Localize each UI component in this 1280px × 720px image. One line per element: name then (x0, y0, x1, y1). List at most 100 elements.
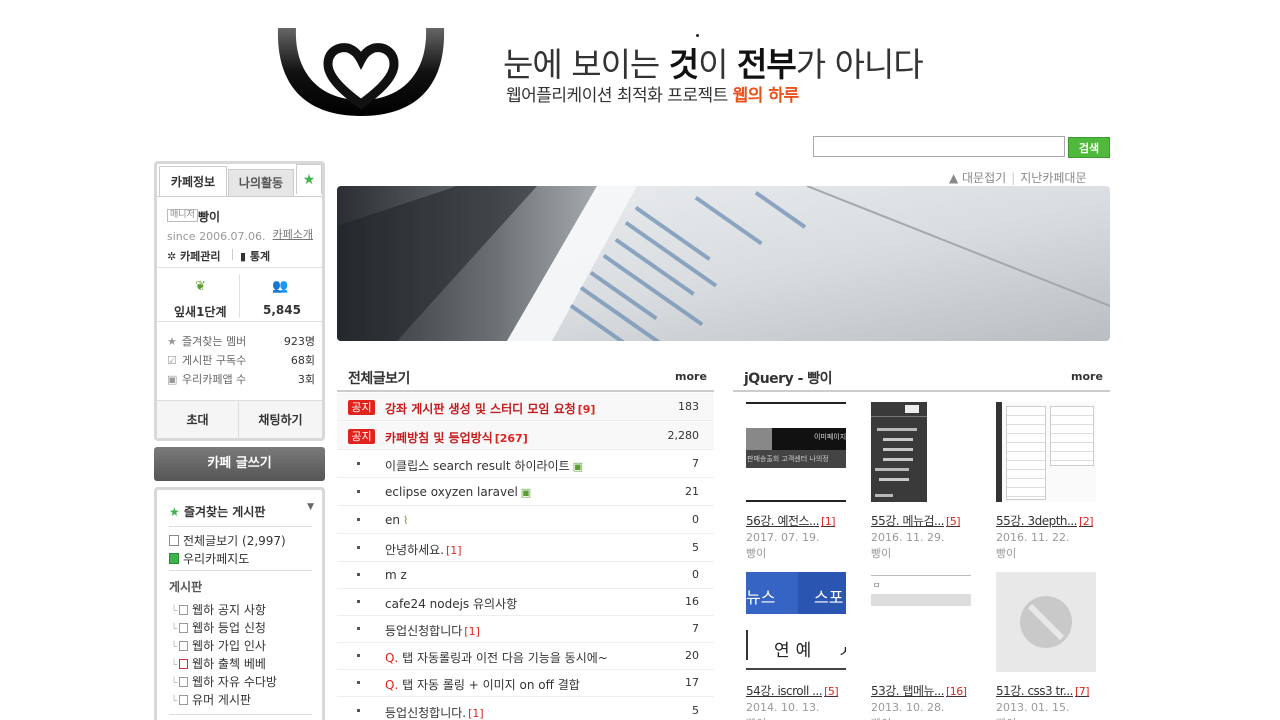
manager-badge: 매니저 (167, 209, 198, 222)
all-posts-title[interactable]: 전체글보기 (348, 368, 410, 388)
comment-count[interactable]: [1] (821, 515, 836, 528)
sidebar-item-board[interactable]: └ 웹하 가입 인사 (171, 637, 266, 654)
post-title[interactable]: eclipse oxyzen laravel ▣ (385, 485, 531, 499)
post-title[interactable]: Q. 탭 자동 롤링 + 이미지 on off 결합 (385, 676, 580, 693)
post-title[interactable]: cafe24 nodejs 유의사항 (385, 595, 517, 612)
thumb-text: 스포 (814, 588, 844, 607)
post-title[interactable]: 안녕하세요. [1] (385, 541, 462, 558)
divider (169, 570, 312, 571)
comment-count[interactable]: [267] (495, 432, 528, 445)
cafe-logo[interactable] (276, 26, 446, 120)
post-title[interactable]: 등업신청합니다 [1] (385, 622, 480, 639)
comment-count[interactable]: [1] (464, 625, 480, 638)
board-label: 웹하 등업 신청 (192, 621, 266, 635)
member-count[interactable]: 5,845 (263, 303, 301, 317)
gallery-more-link[interactable]: more (1071, 370, 1103, 383)
comment-count[interactable]: [1] (468, 707, 484, 720)
comment-count[interactable]: [7] (1075, 685, 1090, 698)
gallery-item-title[interactable]: 55강. 3depth... [2] (996, 512, 1094, 529)
divider: | (1011, 171, 1016, 185)
gallery-item-title[interactable]: 51강. css3 tr... [7] (996, 682, 1090, 699)
table-row[interactable]: 공지 강좌 게시판 생성 및 스터디 모임 요청 [9] 183 (337, 393, 714, 421)
search-button[interactable]: 검색 (1068, 137, 1110, 158)
gallery-item-author[interactable]: 빵이 (996, 715, 1016, 720)
stat-label: 즐겨찾는 멤버 (182, 335, 247, 348)
gallery-thumbnail[interactable]: 뉴스 스포 연예 ㅅ (746, 572, 846, 672)
gallery-item-title[interactable]: 54강. iscroll ... [5] (746, 682, 839, 699)
post-title[interactable]: 카페방침 및 등업방식 [267] (385, 429, 528, 446)
gallery-item-author[interactable]: 빵이 (746, 545, 766, 561)
write-post-button[interactable]: 카페 글쓰기 (154, 447, 325, 481)
gallery-item-title[interactable]: 56강. 예전스... [1] (746, 512, 836, 529)
gallery-item-author[interactable]: 빵이 (871, 715, 891, 720)
comment-count[interactable]: [1] (446, 544, 462, 557)
sidebar-item-board[interactable]: └ 웹하 출첵 베베 (171, 655, 266, 672)
comment-count[interactable]: [2] (1079, 515, 1094, 528)
gallery-thumbnail[interactable]: 이미페이지 판매송출회 고객센터 나의정 (746, 402, 846, 502)
table-row[interactable]: eclipse oxyzen laravel ▣ 21 (337, 478, 714, 506)
invite-button[interactable]: 초대 (157, 400, 239, 438)
table-row[interactable]: cafe24 nodejs 유의사항 16 (337, 588, 714, 616)
gallery-item-author[interactable]: 빵이 (871, 545, 891, 561)
manager-name[interactable]: 빵이 (198, 208, 220, 225)
post-title[interactable]: m z (385, 568, 407, 582)
board-cafe-map[interactable]: 우리카페지도 (169, 550, 249, 567)
post-title[interactable]: en ⌇ (385, 513, 408, 527)
table-row[interactable]: Q. 탭 자동 롤링 + 이미지 on off 결합 17 (337, 669, 714, 697)
sidebar-item-board[interactable]: └ 웹하 자유 수다방 (171, 673, 277, 690)
comment-count[interactable]: [9] (578, 403, 596, 416)
board-label: 웹하 출첵 베베 (192, 657, 266, 671)
tab-cafe-info[interactable]: 카페정보 (159, 166, 227, 196)
gallery-thumbnail[interactable] (996, 402, 1096, 502)
gallery-thumbnail[interactable] (871, 402, 971, 502)
comment-count[interactable]: [5] (824, 685, 839, 698)
board-icon (179, 641, 189, 651)
gallery-item-author[interactable]: 빵이 (746, 715, 766, 720)
gallery-item-title[interactable]: 53강. 탭메뉴... [16] (871, 682, 967, 699)
post-title[interactable]: 이클립스 search result 하이라이트 ▣ (385, 457, 583, 474)
board-all-posts[interactable]: 전체글보기 (2,997) (169, 532, 286, 549)
tab-divider (157, 196, 322, 197)
table-row[interactable]: Q. 탭 자동롤링과 이전 다음 기능을 동시에~ 20 (337, 642, 714, 670)
gallery-item-author[interactable]: 빵이 (996, 545, 1016, 561)
gallery-item-title[interactable]: 55강. 메뉴검... [5] (871, 512, 961, 529)
all-posts-more-link[interactable]: more (675, 370, 707, 383)
search-input[interactable] (813, 136, 1065, 157)
sidebar-item-board[interactable]: └ 웹하 등업 신청 (171, 619, 266, 636)
tree-line-icon: └ (171, 642, 178, 653)
table-row[interactable]: en ⌇ 0 (337, 506, 714, 534)
star-icon: ★ (169, 505, 180, 519)
fold-banner-link[interactable]: ▲ 대문접기 (949, 171, 1006, 185)
sidebar-item-board[interactable]: └ 유머 게시판 (171, 691, 251, 708)
favorite-boards-title[interactable]: ★ 즐겨찾는 게시판 (169, 503, 265, 520)
post-title[interactable]: 강좌 게시판 생성 및 스터디 모임 요청 [9] (385, 400, 595, 417)
gallery-thumbnail[interactable]: ㅁ (871, 572, 971, 672)
chat-button[interactable]: 채팅하기 (239, 400, 322, 438)
table-row[interactable]: 이클립스 search result 하이라이트 ▣ 7 (337, 450, 714, 478)
past-banner-link[interactable]: 지난카페대문 (1020, 171, 1086, 185)
table-row[interactable]: 안녕하세요. [1] 5 (337, 534, 714, 562)
bullet-icon (357, 709, 360, 712)
table-row[interactable]: m z 0 (337, 561, 714, 589)
view-count: 7 (692, 457, 699, 470)
table-row[interactable]: 등업신청합니다. [1] 5 (337, 697, 714, 720)
post-title[interactable]: 등업신청합니다. [1] (385, 704, 484, 720)
cafe-intro-link[interactable]: 카페소개 (273, 226, 313, 242)
stats-link[interactable]: ▮ 통계 (240, 248, 270, 264)
comment-count[interactable]: [16] (946, 685, 967, 698)
post-title[interactable]: Q. 탭 자동롤링과 이전 다음 기능을 동시에~ (385, 649, 608, 666)
list-icon (169, 535, 179, 546)
chevron-down-icon[interactable]: ▼ (307, 502, 314, 512)
cafe-manage-link[interactable]: ✲ 카페관리 (167, 248, 221, 264)
comment-count[interactable]: [5] (946, 515, 961, 528)
stat-cafe-app: ▣ 우리카페앱 수 3회 (167, 372, 315, 388)
favorite-star-icon[interactable]: ★ (296, 164, 322, 194)
table-row[interactable]: 공지 카페방침 및 등업방식 [267] 2,280 (337, 422, 714, 450)
gallery-title[interactable]: jQuery - 빵이 (744, 368, 833, 388)
cafe-level[interactable]: 잎새1단계 (174, 303, 227, 320)
table-row[interactable]: 등업신청합니다 [1] 7 (337, 615, 714, 643)
notice-badge: 공지 (348, 400, 375, 415)
tab-my-activity[interactable]: 나의활동 (228, 169, 294, 196)
sidebar-item-board[interactable]: └ 웹하 공지 사항 (171, 601, 266, 618)
gallery-thumbnail[interactable] (996, 572, 1096, 672)
